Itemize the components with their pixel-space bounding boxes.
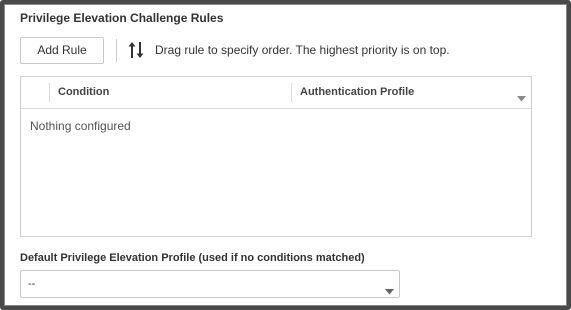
table-header: Condition Authentication Profile	[21, 77, 531, 109]
drag-order-hint: Drag rule to specify order. The highest …	[155, 43, 450, 57]
default-profile-selected-value: --	[28, 278, 36, 290]
default-profile-label: Default Privilege Elevation Profile (use…	[20, 252, 365, 264]
default-profile-select[interactable]: --	[20, 270, 400, 298]
toolbar-divider	[116, 39, 117, 62]
empty-table-message: Nothing configured	[30, 119, 131, 133]
chevron-down-icon	[385, 282, 394, 295]
select-all-column[interactable]	[21, 83, 50, 102]
column-header-condition[interactable]: Condition	[58, 86, 109, 98]
section-title: Privilege Elevation Challenge Rules	[20, 11, 224, 25]
add-rule-button[interactable]: Add Rule	[20, 37, 104, 64]
rules-table: Condition Authentication Profile Nothing…	[20, 76, 532, 237]
column-divider	[291, 83, 292, 102]
chevron-down-icon[interactable]	[517, 89, 526, 102]
sort-arrows-icon	[127, 41, 146, 59]
column-header-authentication-profile[interactable]: Authentication Profile	[300, 86, 414, 98]
